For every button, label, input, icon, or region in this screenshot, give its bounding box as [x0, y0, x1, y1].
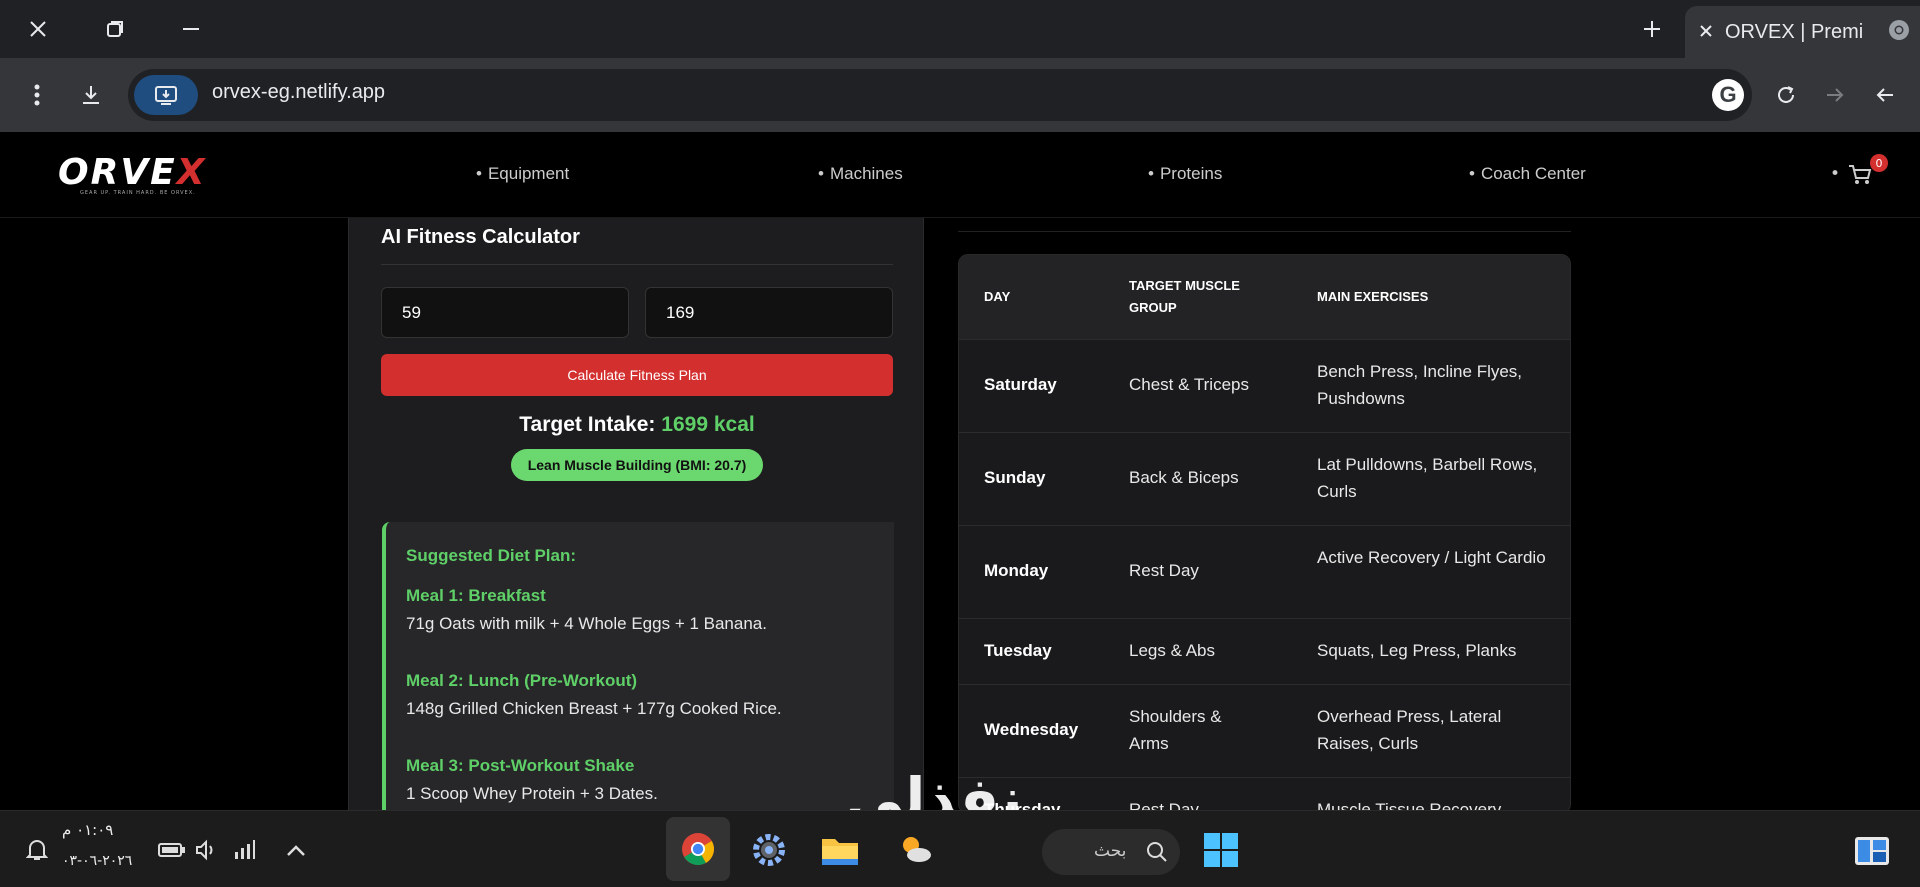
settings-gear-icon[interactable]: [744, 825, 794, 875]
chrome-taskbar-icon[interactable]: [666, 817, 730, 881]
tab-close-icon[interactable]: [1699, 23, 1713, 42]
height-input[interactable]: 169: [645, 287, 893, 338]
diet-plan-card: Suggested Diet Plan: Meal 1: Breakfast 7…: [382, 522, 894, 822]
notification-bell-icon[interactable]: [20, 831, 54, 869]
meal-detail: 148g Grilled Chicken Breast + 177g Cooke…: [406, 699, 782, 718]
meal-heading: Meal 2: Lunch (Pre-Workout): [406, 671, 638, 690]
search-icon: [1147, 842, 1167, 862]
row-group: Shoulders & Arms: [1129, 707, 1222, 753]
row-exercises: Lat Pulldowns, Barbell Rows, Curls: [1317, 455, 1538, 501]
restore-window-icon[interactable]: [95, 10, 135, 48]
install-app-icon[interactable]: [134, 75, 198, 115]
intake-value: 1699 kcal: [661, 413, 755, 436]
weight-input[interactable]: 59: [381, 287, 629, 338]
back-icon[interactable]: [1866, 76, 1904, 114]
table-row: Thursday Rest Day Muscle Tissue Recovery: [959, 777, 1570, 813]
chevron-up-icon[interactable]: [282, 833, 310, 867]
cart-icon: [1849, 165, 1872, 184]
meal-heading: Meal 3: Post-Workout Shake: [406, 756, 635, 775]
diet-plan-title: Suggested Diet Plan:: [406, 546, 577, 565]
clock-time[interactable]: ٠١:٠٩ م: [62, 821, 113, 839]
meal-item: Meal 1: Breakfast 71g Oats with milk + 4…: [406, 586, 886, 634]
table-row: Monday Rest Day Active Recovery / Light …: [959, 525, 1570, 618]
meal-detail: 1 Scoop Whey Protein + 3 Dates.: [406, 784, 658, 803]
row-exercises: Bench Press, Incline Flyes, Pushdowns: [1317, 362, 1523, 408]
row-group: Back & Biceps: [1129, 468, 1239, 487]
nav-machines[interactable]: Machines: [818, 164, 903, 184]
nav-coach-center[interactable]: Coach Center: [1469, 164, 1586, 184]
row-day: Sunday: [984, 468, 1046, 487]
screen: ORVEX | Premi orvex-eg.netlify.app G ORV…: [0, 0, 1920, 887]
target-intake: Target Intake: 1699 kcal: [349, 413, 925, 437]
volume-icon[interactable]: [192, 833, 220, 867]
battery-icon[interactable]: [156, 833, 188, 867]
table-row: Wednesday Shoulders & Arms Overhead Pres…: [959, 684, 1570, 777]
row-group: Rest Day: [1129, 561, 1199, 580]
taskbar: ٠١:٠٩ م ٢٠٢٦-٠٦-٠٣ بحث: [0, 810, 1920, 887]
orvex-logo[interactable]: ORVEX GEAR UP. TRAIN HARD. BE ORVEX.: [58, 152, 218, 197]
chrome-icon: [1887, 18, 1911, 46]
windows-start-icon[interactable]: [1200, 829, 1242, 871]
row-day: Saturday: [984, 375, 1057, 394]
cart-bullet: •: [1830, 164, 1841, 184]
table-row: Saturday Chest & Triceps Bench Press, In…: [959, 339, 1570, 432]
intake-label: Target Intake:: [519, 413, 656, 436]
weather-icon[interactable]: [896, 829, 936, 869]
calculate-plan-button[interactable]: Calculate Fitness Plan: [381, 354, 893, 396]
active-tab[interactable]: ORVEX | Premi: [1685, 6, 1920, 58]
row-day: Wednesday: [984, 720, 1079, 739]
header-main-exercises: MAIN EXERCISES: [1317, 289, 1429, 304]
row-exercises: Overhead Press, Lateral Raises, Curls: [1317, 707, 1502, 753]
close-window-icon[interactable]: [18, 10, 58, 48]
row-day: Monday: [984, 561, 1049, 580]
table-row: Sunday Back & Biceps Lat Pulldowns, Barb…: [959, 432, 1570, 525]
divider: [958, 231, 1571, 232]
header-day: DAY: [984, 289, 1011, 304]
row-group: Chest & Triceps: [1129, 375, 1249, 394]
browser-toolbar: orvex-eg.netlify.app G: [0, 58, 1920, 132]
meal-item: Meal 2: Lunch (Pre-Workout) 148g Grilled…: [406, 671, 886, 719]
taskbar-search[interactable]: بحث: [1042, 829, 1180, 875]
search-placeholder: بحث: [1094, 841, 1127, 861]
new-tab-icon[interactable]: [1632, 10, 1672, 48]
meal-item: Meal 3: Post-Workout Shake 1 Scoop Whey …: [406, 756, 886, 804]
row-exercises: Active Recovery / Light Cardio: [1317, 548, 1546, 567]
url-text: orvex-eg.netlify.app: [212, 81, 386, 103]
address-bar[interactable]: orvex-eg.netlify.app G: [128, 69, 1752, 121]
cart-button[interactable]: • 0: [1830, 154, 1890, 190]
minimize-window-icon[interactable]: [171, 10, 211, 48]
logo-wordmark: ORVEX: [58, 152, 207, 193]
row-day: Tuesday: [984, 641, 1052, 660]
calculator-title: AI Fitness Calculator: [381, 226, 580, 248]
forward-icon[interactable]: [1816, 76, 1854, 114]
cart-count-badge: 0: [1870, 154, 1888, 172]
meal-detail: 71g Oats with milk + 4 Whole Eggs + 1 Ba…: [406, 614, 767, 633]
row-exercises: Squats, Leg Press, Planks: [1317, 641, 1517, 660]
signal-bars-icon[interactable]: [230, 833, 258, 867]
meal-heading: Meal 1: Breakfast: [406, 586, 546, 605]
table-header: DAY TARGET MUSCLE GROUP MAIN EXERCISES: [959, 255, 1570, 339]
calculator-panel: AI Fitness Calculator 59 169 Calculate F…: [348, 218, 925, 822]
browser-tab-bar: ORVEX | Premi: [0, 0, 1920, 58]
header-target-muscle-group: TARGET MUSCLE GROUP: [1129, 278, 1240, 315]
clock-date[interactable]: ٢٠٢٦-٠٦-٠٣: [62, 853, 132, 869]
download-icon[interactable]: [72, 76, 110, 114]
workout-table: DAY TARGET MUSCLE GROUP MAIN EXERCISES S…: [958, 254, 1571, 814]
goal-badge: Lean Muscle Building (BMI: 20.7): [511, 449, 763, 481]
widgets-icon[interactable]: [1852, 831, 1892, 871]
row-group: Legs & Abs: [1129, 641, 1216, 660]
nav-proteins[interactable]: Proteins: [1148, 164, 1222, 184]
menu-dots-icon[interactable]: [18, 76, 56, 114]
divider: [381, 264, 893, 265]
google-lens-icon[interactable]: G: [1712, 79, 1744, 111]
table-row: Tuesday Legs & Abs Squats, Leg Press, Pl…: [959, 618, 1570, 684]
site-header: ORVEX GEAR UP. TRAIN HARD. BE ORVEX. Equ…: [0, 132, 1920, 218]
file-explorer-icon[interactable]: [815, 825, 865, 875]
tab-title: ORVEX | Premi: [1725, 20, 1864, 43]
reload-icon[interactable]: [1767, 76, 1805, 114]
nav-equipment[interactable]: Equipment: [476, 164, 569, 184]
